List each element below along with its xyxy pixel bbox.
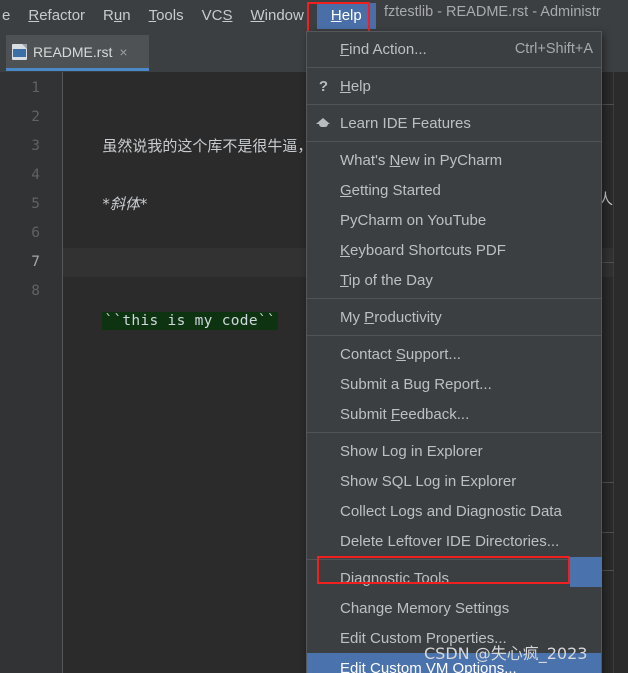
menu-item-label: Tip of the Day bbox=[340, 271, 433, 289]
question-mark-icon: ? bbox=[318, 77, 329, 95]
menu-bar-item-window[interactable]: Window bbox=[241, 3, 312, 29]
menu-bar-item-run[interactable]: Run bbox=[94, 3, 140, 29]
menu-item-label: PyCharm on YouTube bbox=[340, 211, 487, 229]
menu-item-label: Show Log in Explorer bbox=[340, 442, 483, 460]
line-number: 2 bbox=[31, 109, 40, 125]
rail-marker bbox=[600, 482, 614, 483]
editor-tab-readme[interactable]: README.rst × bbox=[6, 35, 149, 68]
close-icon[interactable]: × bbox=[119, 45, 127, 59]
selection-overflow-strip bbox=[570, 557, 602, 587]
menu-item-help[interactable]: ? Help bbox=[307, 71, 601, 101]
menu-item-label: Delete Leftover IDE Directories... bbox=[340, 532, 560, 550]
menu-item-show-log-in-explorer[interactable]: Show Log in Explorer bbox=[307, 436, 601, 466]
menu-item-label: Getting Started bbox=[340, 181, 441, 199]
menu-separator bbox=[307, 104, 601, 105]
menu-bar-item-e[interactable]: e bbox=[0, 3, 19, 29]
menu-item-collect-logs[interactable]: Collect Logs and Diagnostic Data bbox=[307, 496, 601, 526]
menu-item-learn-ide-features[interactable]: Learn IDE Features bbox=[307, 108, 601, 138]
menu-item-contact-support[interactable]: Contact Support... bbox=[307, 339, 601, 369]
menu-item-label: Keyboard Shortcuts PDF bbox=[340, 241, 506, 259]
menu-item-getting-started[interactable]: Getting Started bbox=[307, 175, 601, 205]
menu-item-label: Learn IDE Features bbox=[340, 114, 471, 132]
rail-marker bbox=[600, 532, 614, 533]
rail-marker bbox=[600, 104, 614, 105]
line-number: 3 bbox=[31, 138, 40, 154]
graduation-cap-icon bbox=[307, 115, 340, 132]
menu-item-label: Contact Support... bbox=[340, 345, 461, 363]
pycharm-window: e RRefactorefactor Run Tools VCS Window … bbox=[0, 0, 628, 673]
menu-item-tip-of-the-day[interactable]: Tip of the Day bbox=[307, 265, 601, 295]
menu-item-delete-leftover-ide-directories[interactable]: Delete Leftover IDE Directories... bbox=[307, 526, 601, 556]
menu-bar-item-help[interactable]: Help bbox=[316, 2, 376, 29]
menu-item-label: Diagnostic Tools bbox=[340, 569, 449, 587]
menu-item-label: Find Action... bbox=[340, 40, 427, 58]
rail-marker bbox=[600, 570, 614, 571]
csdn-watermark: CSDN @失心疯_2023 bbox=[424, 644, 588, 663]
window-title: fztestlib - README.rst - Administr bbox=[384, 4, 601, 20]
rail-marker bbox=[600, 262, 614, 263]
menu-item-find-action[interactable]: Find Action... Ctrl+Shift+A bbox=[307, 34, 601, 64]
menu-separator bbox=[307, 67, 601, 68]
menu-separator bbox=[307, 335, 601, 336]
menu-item-submit-bug-report[interactable]: Submit a Bug Report... bbox=[307, 369, 601, 399]
line-number: 8 bbox=[31, 283, 40, 299]
menu-item-label: Help bbox=[340, 77, 371, 95]
menu-item-my-productivity[interactable]: My Productivity bbox=[307, 302, 601, 332]
menu-item-label: Show SQL Log in Explorer bbox=[340, 472, 517, 490]
menu-label: e bbox=[2, 6, 11, 24]
menu-bar-item-vcs[interactable]: VCS bbox=[193, 3, 242, 29]
line-number: 4 bbox=[31, 167, 40, 183]
menu-item-keyboard-shortcuts-pdf[interactable]: Keyboard Shortcuts PDF bbox=[307, 235, 601, 265]
menu-item-label: Submit Feedback... bbox=[340, 405, 470, 423]
menu-item-label: Collect Logs and Diagnostic Data bbox=[340, 502, 562, 520]
help-dropdown-menu[interactable]: Find Action... Ctrl+Shift+A ? Help Learn… bbox=[306, 31, 602, 673]
menu-separator bbox=[307, 432, 601, 433]
menu-item-label: Change Memory Settings bbox=[340, 599, 510, 617]
menu-item-label: Submit a Bug Report... bbox=[340, 375, 492, 393]
menu-item-change-memory-settings[interactable]: Change Memory Settings bbox=[307, 593, 601, 623]
menu-item-label: What's New in PyCharm bbox=[340, 151, 503, 169]
menu-bar-item-tools[interactable]: Tools bbox=[140, 3, 193, 29]
line-number: 6 bbox=[31, 225, 40, 241]
line-number: 1 bbox=[31, 80, 40, 96]
menu-item-pycharm-on-youtube[interactable]: PyCharm on YouTube bbox=[307, 205, 601, 235]
rst-file-icon bbox=[12, 43, 27, 60]
menu-item-whats-new[interactable]: What's New in PyCharm bbox=[307, 145, 601, 175]
menu-bar-item-refactor[interactable]: RRefactorefactor bbox=[19, 3, 94, 29]
line-number-current: 7 bbox=[31, 254, 40, 270]
editor-tab-label: README.rst bbox=[33, 43, 113, 60]
menu-separator bbox=[307, 141, 601, 142]
menu-item-show-sql-log-in-explorer[interactable]: Show SQL Log in Explorer bbox=[307, 466, 601, 496]
code-text: ``this is my code`` bbox=[102, 312, 278, 330]
menu-separator bbox=[307, 559, 601, 560]
menu-separator bbox=[307, 298, 601, 299]
menu-item-submit-feedback[interactable]: Submit Feedback... bbox=[307, 399, 601, 429]
active-tab-underline bbox=[6, 68, 149, 71]
line-number: 5 bbox=[31, 196, 40, 212]
editor-scrollbar-rail[interactable] bbox=[600, 72, 628, 673]
menu-item-shortcut: Ctrl+Shift+A bbox=[514, 41, 593, 57]
menu-item-diagnostic-tools[interactable]: Diagnostic Tools › bbox=[307, 563, 601, 593]
menu-item-label: My Productivity bbox=[340, 308, 442, 326]
editor-gutter[interactable]: 1 2 3 4 5 6 7 8 bbox=[0, 72, 63, 673]
